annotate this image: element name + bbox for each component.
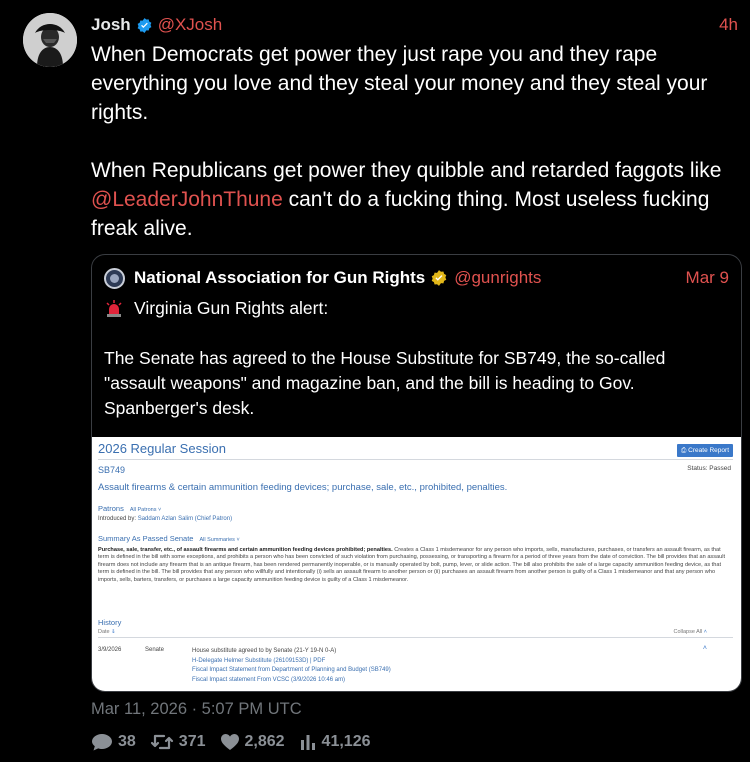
retweet-count: 371 <box>178 733 206 750</box>
quote-avatar[interactable] <box>104 267 125 289</box>
verified-badge-icon <box>137 17 152 33</box>
history-divider <box>98 637 733 638</box>
gold-verified-badge-icon <box>431 270 447 286</box>
patrons-label: Patrons <box>98 504 124 513</box>
tweet-paragraph-2: When Republicans get power they quibble … <box>91 156 741 243</box>
tweet-time[interactable]: 4h <box>719 15 738 35</box>
engagement-bar: 38 371 2,862 41,126 <box>91 733 384 751</box>
row-chevron-up-icon: ˄ <box>702 645 707 652</box>
avatar[interactable] <box>23 13 77 67</box>
siren-icon <box>106 299 122 317</box>
mention-link[interactable]: @LeaderJohnThune <box>91 188 283 211</box>
all-patrons-label: All Patrons <box>129 507 157 513</box>
chief-patron-link: Saddam Azlan Salim (Chief Patron) <box>137 516 233 522</box>
retweet-icon <box>150 734 173 750</box>
summary-text: Purchase, sale, transfer, etc., of assau… <box>98 547 729 584</box>
reply-count: 38 <box>118 733 136 750</box>
retweet-stat[interactable]: 371 <box>150 733 206 751</box>
tweet-timestamp[interactable]: Mar 11, 2026 · 5:07 PM UTC <box>91 700 302 719</box>
attached-image[interactable]: 2026 Regular Session ⎙ Create Report SB7… <box>92 437 741 691</box>
tweet-header: Josh @XJosh 4h <box>91 13 738 37</box>
quote-alert-text: Virginia Gun Rights alert: <box>134 298 329 318</box>
bill-number: SB749 <box>98 465 126 475</box>
view-count: 41,126 <box>321 733 371 750</box>
history-heading: History <box>98 618 122 627</box>
quote-text: Virginia Gun Rights alert: The Senate ha… <box>104 296 729 421</box>
comment-icon <box>92 734 112 751</box>
create-report-label: Create Report <box>688 447 729 454</box>
all-summaries-label: All Summaries <box>199 537 235 543</box>
history-row-action: House substitute agreed to by Senate (21… <box>192 648 337 654</box>
title-divider <box>98 459 733 460</box>
quote-alert-line: Virginia Gun Rights alert: <box>104 296 729 321</box>
quote-header: National Association for Gun Rights @gun… <box>104 267 729 289</box>
tweet-paragraph-2-start: When Republicans get power they quibble … <box>91 159 728 182</box>
author-handle[interactable]: @XJosh <box>158 15 223 35</box>
history-row-chamber: Senate <box>145 647 165 653</box>
bill-subject: Assault firearms & certain ammunition fe… <box>98 482 508 493</box>
heart-icon <box>220 734 239 750</box>
all-summaries-link: All Summaries ˅ <box>199 537 240 543</box>
quoted-tweet[interactable]: National Association for Gun Rights @gun… <box>91 254 742 692</box>
summary-label: Summary As Passed Senate <box>98 534 194 543</box>
all-patrons-link: All Patrons ˅ <box>129 507 162 513</box>
quote-date[interactable]: Mar 9 <box>686 268 729 288</box>
views-chart-icon <box>300 735 315 750</box>
quote-paragraph: The Senate has agreed to the House Subst… <box>104 348 666 418</box>
create-report-button: ⎙ Create Report <box>677 444 733 457</box>
author-name[interactable]: Josh <box>91 15 131 35</box>
summary-bold: Purchase, sale, transfer, etc., of assau… <box>98 547 393 553</box>
introduced-by-label: Introduced by: <box>98 516 137 522</box>
sort-icon: ⇓ <box>111 629 116 635</box>
date-label: Date <box>98 629 110 635</box>
session-title: 2026 Regular Session <box>98 441 226 456</box>
like-stat[interactable]: 2,862 <box>220 733 285 751</box>
avatar-image <box>23 13 77 67</box>
introduced-by-line: Introduced by: Saddam Azlan Salim (Chief… <box>98 516 232 522</box>
history-row-actions: House substitute agreed to by Senate (21… <box>192 647 391 685</box>
fiscal-impact-link-dpb: Fiscal Impact Statement from Department … <box>192 667 391 673</box>
patrons-heading: Patrons All Patrons ˅ <box>98 504 161 513</box>
quote-author-name[interactable]: National Association for Gun Rights <box>134 268 425 288</box>
fiscal-impact-link-vcsc: Fiscal Impact statement From VCSC (3/9/2… <box>192 676 346 683</box>
reply-stat[interactable]: 38 <box>91 733 136 751</box>
history-row-date: 3/9/2026 <box>98 647 122 653</box>
bill-status: Status: Passed <box>687 465 731 472</box>
summary-heading: Summary As Passed Senate All Summaries ˅ <box>98 534 240 543</box>
tweet-paragraph-1: When Democrats get power they just rape … <box>91 43 714 124</box>
chevron-up-icon: ˄ <box>703 629 707 635</box>
substitute-link: H-Delegate Helmer Substitute (26109153D)… <box>192 657 326 664</box>
tweet-text: When Democrats get power they just rape … <box>91 40 741 243</box>
collapse-all: Collapse All ˄ <box>674 629 708 635</box>
quote-author-handle[interactable]: @gunrights <box>454 268 541 288</box>
views-stat[interactable]: 41,126 <box>299 733 371 751</box>
like-count: 2,862 <box>244 733 285 750</box>
collapse-all-label: Collapse All <box>673 629 703 635</box>
date-column-header: Date ⇓ <box>98 629 116 635</box>
